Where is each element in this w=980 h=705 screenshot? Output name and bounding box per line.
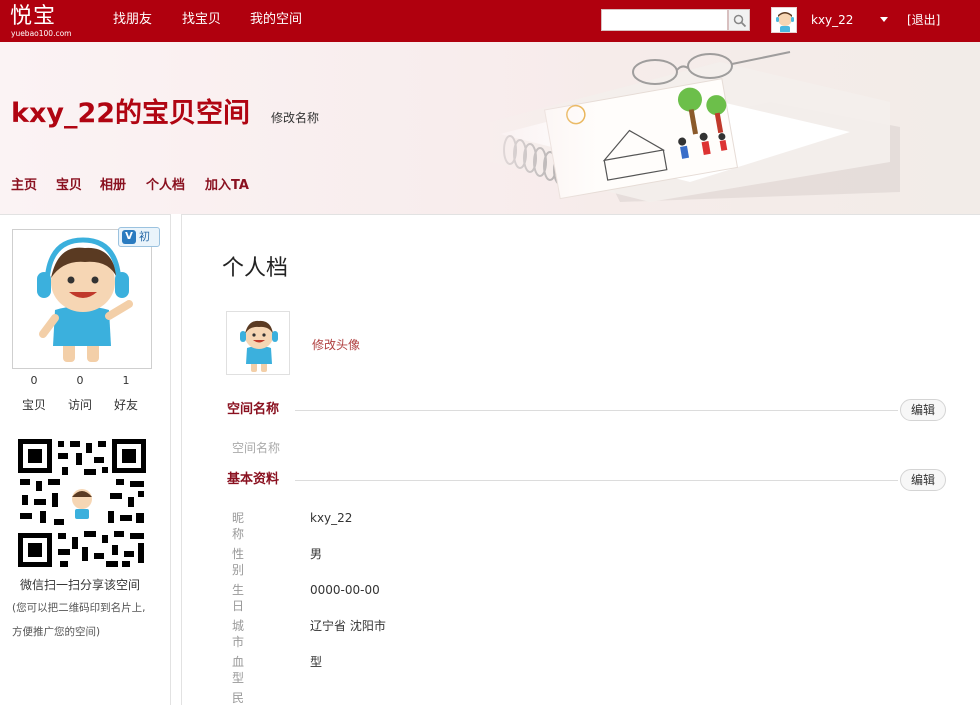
vip-level: 初 [139,230,150,243]
site-logo[interactable]: 悦宝 yuebao100.com [10,4,76,38]
logo-domain: yuebao100.com [11,29,72,38]
profile-photo[interactable] [12,229,152,369]
profile-sidebar: V 初 0 0 1 宝贝 访问 好友 微信扫一扫分享该空间 (您可以把二维码印到… [0,214,171,705]
space-title: kxy_22的宝贝空间 [11,98,251,129]
stat-baby-count: 0 [30,374,38,387]
qr-note-line-2: 方便推广您的空间) [12,626,101,638]
nav-find-friends[interactable]: 找朋友 [113,11,152,29]
chevron-down-icon[interactable] [880,17,888,22]
change-avatar-link[interactable]: 修改头像 [312,337,360,353]
space-nav-album[interactable]: 相册 [100,178,126,194]
space-nav-baby[interactable]: 宝贝 [56,178,82,194]
profile-avatar-thumbnail[interactable] [226,311,290,375]
field-label-blood-type: 血型 [232,655,267,685]
avatar-boy-icon [227,312,289,374]
vip-badge: V 初 [118,227,160,247]
section-title-basic-info: 基本资料 [227,472,280,487]
field-value-blood-type: 型 [310,655,323,669]
user-avatar[interactable] [771,7,797,33]
nav-find-baby[interactable]: 找宝贝 [182,11,221,29]
edit-space-name-button[interactable]: 编辑 [900,399,946,421]
logo-text: 悦宝 [10,4,57,29]
username-label[interactable]: kxy_22 [811,12,853,28]
field-value-gender: 男 [310,547,323,561]
notebook-drawing-illustration [470,42,980,214]
qr-caption: 微信扫一扫分享该空间 [19,578,140,592]
edit-basic-info-button[interactable]: 编辑 [900,469,946,491]
avatar-boy-icon [13,230,151,368]
qr-code [18,439,146,567]
vip-icon: V [122,230,136,244]
section-divider [295,480,898,481]
page-title: 个人档 [222,256,289,281]
profile-main-panel: 个人档 修改头像 空间名称 编辑 空间名称 基本资料 编辑 昵称 kxy_22 … [181,214,980,705]
stat-baby-label[interactable]: 宝贝 [14,397,54,413]
section-title-space-name: 空间名称 [227,402,280,417]
field-value-birthday: 0000-00-00 [310,583,380,597]
avatar-boy-icon [772,8,796,32]
space-name-hint: 空间名称 [232,441,281,455]
stat-friend-label[interactable]: 好友 [106,397,146,413]
top-navigation-bar: 悦宝 yuebao100.com 找朋友 找宝贝 我的空间 kxy_22 [退出… [0,0,980,42]
search-input[interactable] [601,9,728,31]
field-value-city: 辽宁省 沈阳市 [310,619,386,633]
field-value-nickname: kxy_22 [310,511,353,525]
field-label-city: 城市 [232,619,267,649]
stat-friend-count: 1 [122,374,130,387]
stat-visit-count: 0 [76,374,84,387]
qr-note-line-1: (您可以把二维码印到名片上, [12,602,146,614]
rename-space-link[interactable]: 修改名称 [271,110,319,126]
nav-my-space[interactable]: 我的空间 [250,11,302,29]
space-nav-follow[interactable]: 加入TA [205,178,249,194]
space-nav-profile[interactable]: 个人档 [146,178,185,194]
logout-link[interactable]: [退出] [907,12,940,28]
space-nav-home[interactable]: 主页 [11,178,37,194]
space-banner: kxy_22的宝贝空间 修改名称 主页 宝贝 相册 个人档 加入TA [0,42,980,214]
field-label-gender: 性别 [232,547,267,577]
search-icon [733,14,747,28]
field-label-ethnicity: 民族 [232,691,267,705]
stat-visit-label[interactable]: 访问 [60,397,100,413]
search-button[interactable] [728,9,750,31]
field-label-birthday: 生日 [232,583,267,613]
field-label-nickname: 昵称 [232,511,267,541]
section-divider [295,410,898,411]
